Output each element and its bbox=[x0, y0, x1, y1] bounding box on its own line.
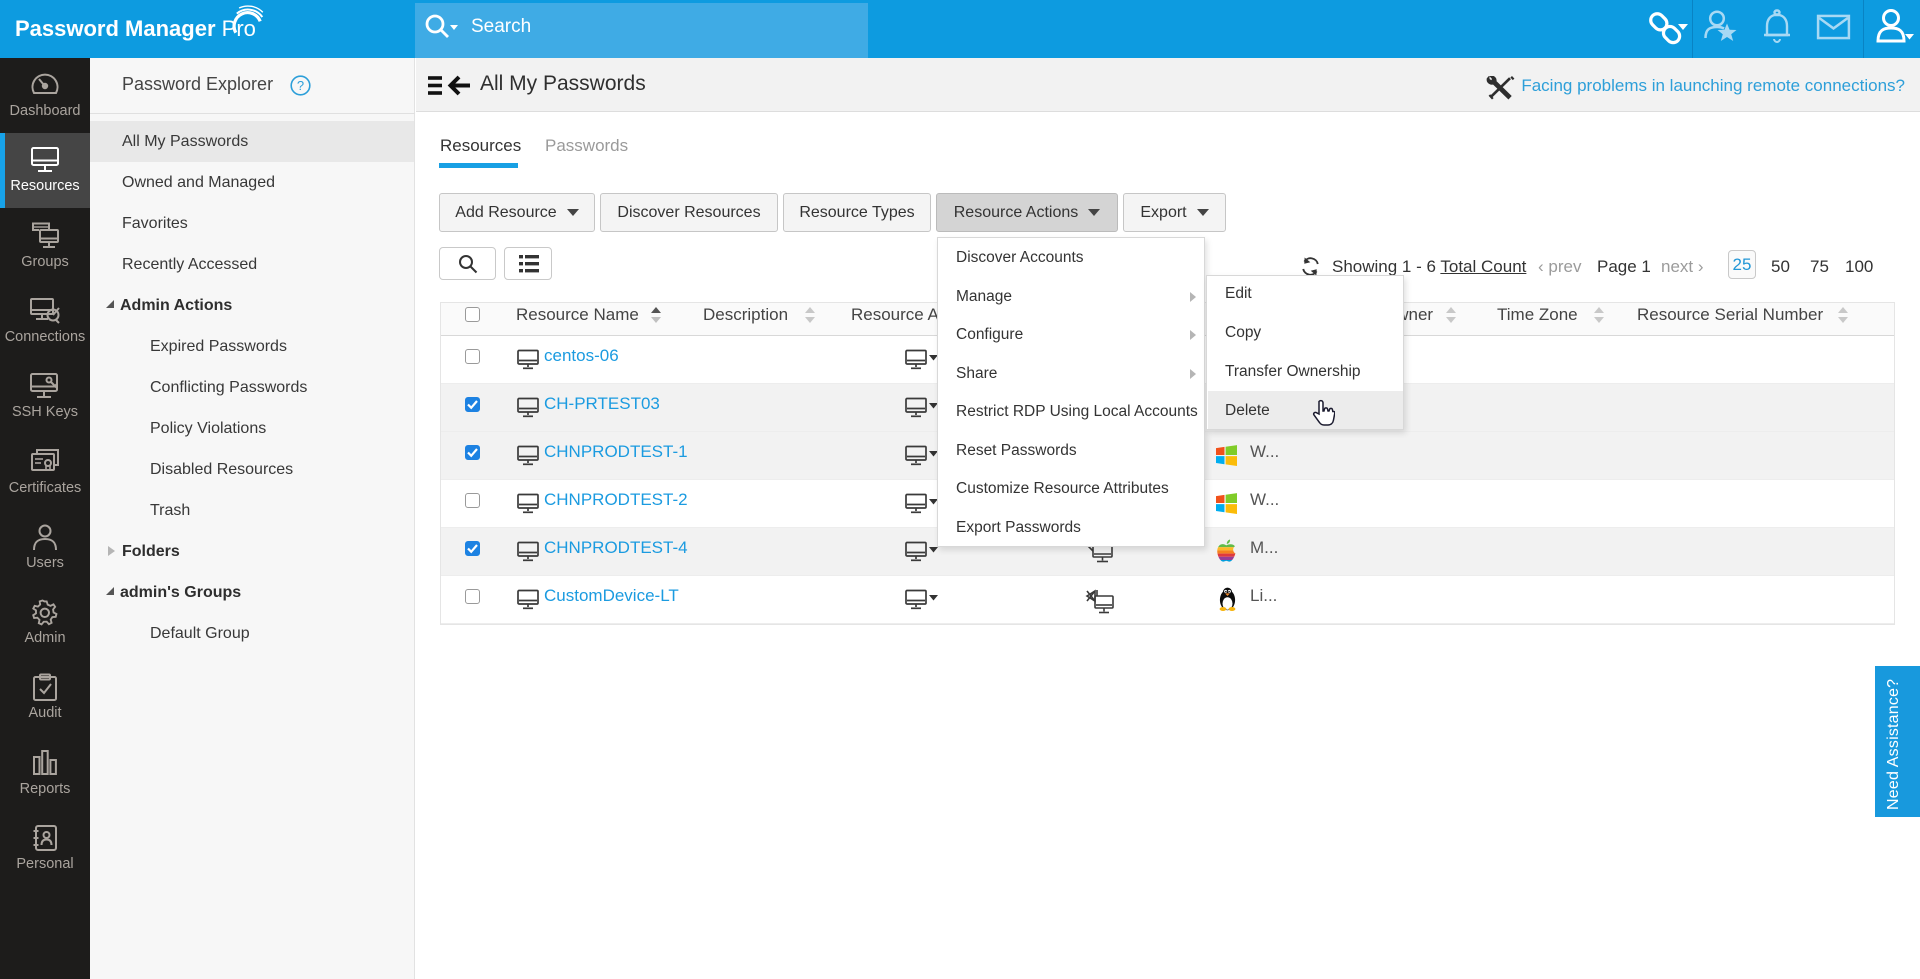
svg-text:?: ? bbox=[297, 78, 304, 93]
